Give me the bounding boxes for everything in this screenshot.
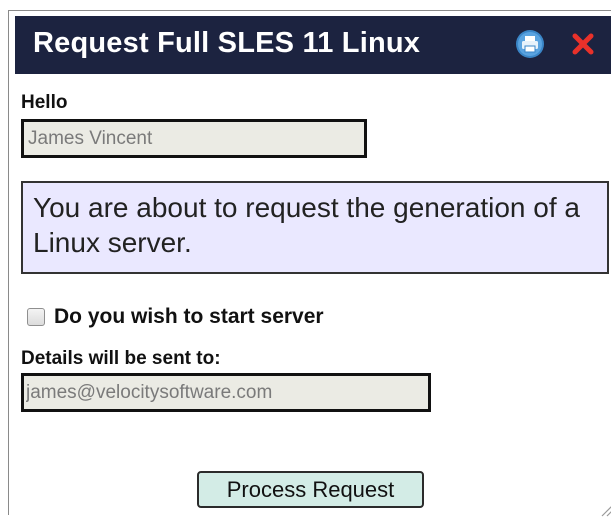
start-server-checkbox[interactable] [27,308,45,326]
print-icon[interactable] [515,29,545,59]
close-icon[interactable] [571,32,595,56]
dialog-title: Request Full SLES 11 Linux [33,27,421,59]
start-server-option: Do you wish to start server [27,303,324,331]
dialog-title-bar: Request Full SLES 11 Linux [15,16,611,74]
info-message-box: You are about to request the generation … [21,181,609,274]
start-server-label[interactable]: Do you wish to start server [54,305,324,329]
process-request-button[interactable]: Process Request [197,471,424,508]
name-field[interactable] [21,119,367,158]
email-field[interactable] [21,373,431,412]
request-dialog: Request Full SLES 11 Linux Hello You are… [8,10,611,517]
details-label: Details will be sent to: [21,348,221,369]
hello-label: Hello [21,92,68,113]
